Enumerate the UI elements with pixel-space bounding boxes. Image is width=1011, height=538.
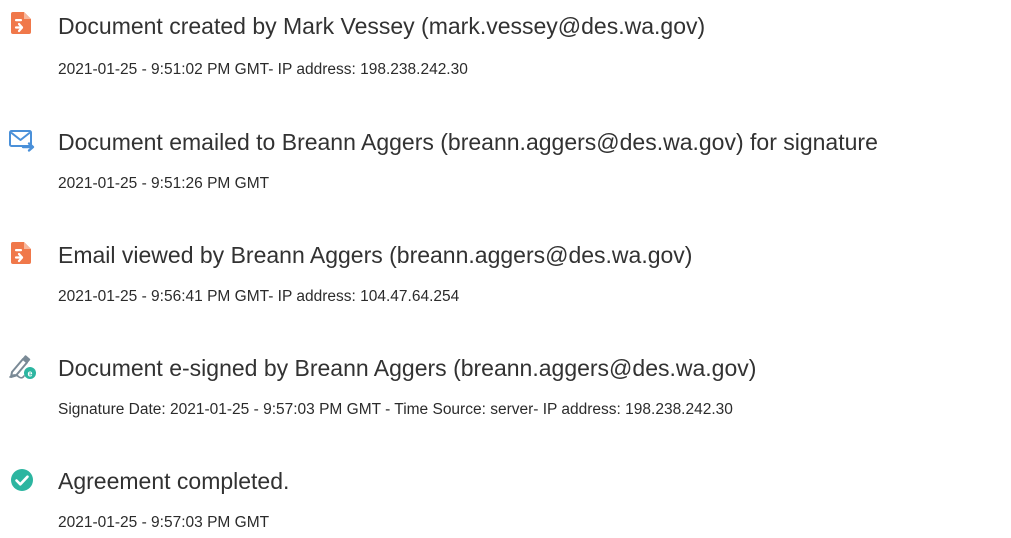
document-emailed-icon bbox=[9, 128, 35, 154]
event-title: Document emailed to Breann Aggers (brean… bbox=[58, 129, 878, 155]
event-detail: 2021-01-25 - 9:56:41 PM GMT- IP address:… bbox=[58, 288, 460, 305]
agreement-completed-icon bbox=[9, 467, 35, 493]
document-created-icon bbox=[9, 10, 35, 36]
event-title: Document created by Mark Vessey (mark.ve… bbox=[58, 13, 706, 39]
event-title: Document e-signed by Breann Aggers (brea… bbox=[58, 355, 757, 381]
e-signed-icon: e bbox=[9, 352, 36, 379]
event-detail: Signature Date: 2021-01-25 - 9:57:03 PM … bbox=[58, 401, 733, 418]
event-detail: 2021-01-25 - 9:51:02 PM GMT- IP address:… bbox=[58, 61, 468, 78]
event-detail: 2021-01-25 - 9:51:26 PM GMT bbox=[58, 175, 270, 192]
event-title: Email viewed by Breann Aggers (breann.ag… bbox=[58, 242, 693, 268]
event-detail: 2021-01-25 - 9:57:03 PM GMT bbox=[58, 514, 270, 531]
svg-text:e: e bbox=[27, 369, 32, 379]
email-viewed-icon bbox=[9, 240, 35, 266]
event-title: Agreement completed. bbox=[58, 468, 290, 494]
